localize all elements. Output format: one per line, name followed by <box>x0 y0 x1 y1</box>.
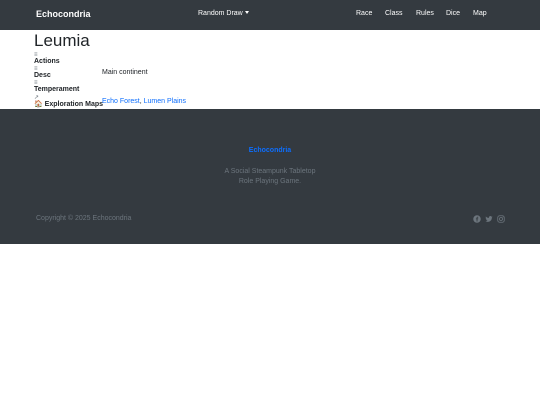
lumen-plains-link[interactable]: Lumen Plains <box>144 98 186 105</box>
home-icon: 🏠 <box>34 101 43 108</box>
instagram-icon[interactable] <box>497 215 505 223</box>
random-draw-label: Random Draw <box>198 10 243 17</box>
caret-down-icon <box>244 11 249 14</box>
desc-value: Main continent <box>102 69 148 76</box>
desc-label: Desc <box>34 72 51 79</box>
nav-link-map[interactable]: Map <box>473 10 487 17</box>
exploration-maps-label: 🏠 Exploration Maps <box>34 100 103 109</box>
navbar: Echocondria Random Draw Race Class Rules… <box>0 0 540 30</box>
nav-link-class[interactable]: Class <box>385 10 403 17</box>
twitter-icon[interactable] <box>485 215 493 223</box>
exploration-maps-value: Echo Forest, Lumen Plains <box>102 97 186 106</box>
brand-link[interactable]: Echocondria <box>36 9 91 19</box>
temperament-label: Temperament <box>34 86 80 93</box>
nav-link-dice[interactable]: Dice <box>446 10 460 17</box>
footer-tagline: A Social Steampunk Tabletop Role Playing… <box>0 167 540 187</box>
facebook-icon[interactable] <box>473 215 481 223</box>
echo-forest-link[interactable]: Echo Forest <box>102 98 140 105</box>
nav-link-rules[interactable]: Rules <box>416 10 434 17</box>
footer: Echocondria A Social Steampunk Tabletop … <box>0 109 540 244</box>
footer-brand[interactable]: Echocondria <box>0 147 540 154</box>
random-draw-dropdown[interactable]: Random Draw <box>198 10 249 17</box>
exploration-maps-text: Exploration Maps <box>44 101 104 108</box>
actions-label: Actions <box>34 58 60 65</box>
copyright-text: Copyright © 2025 Echocondria <box>36 215 132 222</box>
page-title: Leumia <box>34 31 90 50</box>
tagline-line-1: A Social Steampunk Tabletop <box>224 168 316 175</box>
nav-link-race[interactable]: Race <box>356 10 372 17</box>
tagline-line-2: Role Playing Game. <box>238 178 302 185</box>
